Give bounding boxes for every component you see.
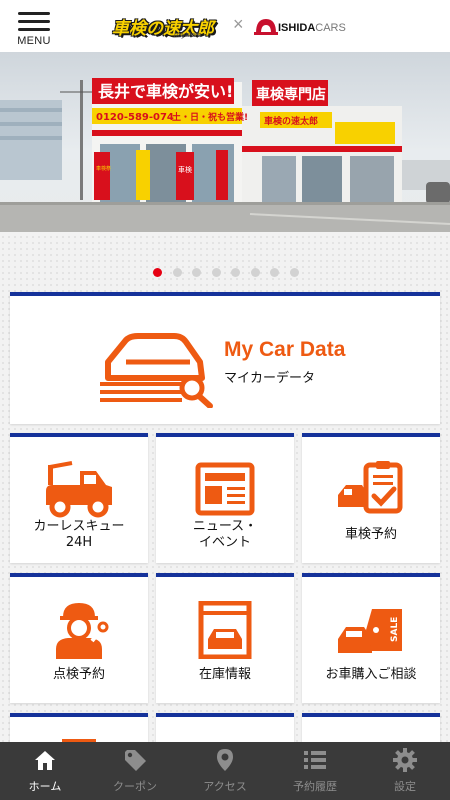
tile-news-label-line1: ニュース・ xyxy=(192,519,258,534)
pagination-dot[interactable] xyxy=(211,268,221,277)
pagination-dot[interactable] xyxy=(153,268,162,277)
hamburger-icon xyxy=(18,12,50,15)
nav-access[interactable]: アクセス xyxy=(180,742,270,800)
app-header: MENU 車検の速太郎 hayataro × ISHIDACARS xyxy=(0,0,450,52)
banner-main-text: 長井で車検が安い! xyxy=(98,82,233,101)
list-icon xyxy=(304,751,326,769)
tile-car-rescue[interactable]: カーレスキュー 24H xyxy=(10,433,148,563)
pagination-dot[interactable] xyxy=(172,268,182,277)
nav-home-label: ホーム xyxy=(28,780,62,793)
ishida-mark-icon xyxy=(254,19,278,35)
nav-coupon[interactable]: クーポン xyxy=(90,742,180,800)
hero-banner-image[interactable]: 長井で車検が安い! 車検専門店 車検の速太郎 0120-589-074 土・日・… xyxy=(0,52,450,232)
mechanic-icon xyxy=(56,603,109,659)
ishida-logo-bold: ISHIDA xyxy=(278,22,316,34)
car-sale-tag-icon: SALE xyxy=(338,609,402,653)
ishida-logo-light: CARS xyxy=(315,22,346,34)
hayataro-logo-sub: hayataro xyxy=(174,32,202,39)
home-icon xyxy=(35,751,55,770)
sign-right-text: 車検専門店 xyxy=(256,86,326,103)
tile-car-rescue-label: カーレスキュー 24H xyxy=(10,519,148,551)
ishida-cars-text: ISHIDACARS xyxy=(278,22,346,34)
tile-car-rescue-label-line2: 24H xyxy=(65,535,93,550)
hamburger-icon-bar xyxy=(18,28,50,31)
my-car-data-subtitle: マイカーデータ xyxy=(224,371,316,386)
pagination-dot[interactable] xyxy=(270,268,279,277)
tile-inspection-reservation-label: 点検予約 xyxy=(52,667,105,682)
tag-icon xyxy=(125,750,146,771)
tile-inspection-reservation[interactable]: 点検予約 xyxy=(10,573,148,703)
tile-shaken-reservation[interactable]: 車検予約 xyxy=(302,433,440,563)
nav-home[interactable]: ホーム xyxy=(0,742,90,800)
pagination-dot[interactable] xyxy=(250,268,260,277)
garage-icon xyxy=(198,601,252,659)
map-pin-icon xyxy=(217,749,233,771)
pagination-dot[interactable] xyxy=(231,268,240,277)
newspaper-icon xyxy=(195,462,255,516)
nav-access-label: アクセス xyxy=(203,780,247,793)
tile-news-events[interactable]: ニュース・ イベント xyxy=(156,433,294,563)
tile-stock-info[interactable]: 在庫情報 xyxy=(156,573,294,703)
pagination-dot[interactable] xyxy=(192,268,201,277)
my-car-data-card[interactable]: My Car Data マイカーデータ xyxy=(10,292,440,424)
banner-days-text: 土・日・祝も営業! xyxy=(172,111,248,123)
tile-shaken-reservation-label: 車検予約 xyxy=(344,527,397,542)
banner-phone-text: 0120-589-074 xyxy=(96,112,174,123)
hayataro-logo: 車検の速太郎 hayataro xyxy=(112,12,230,42)
svg-text:SALE: SALE xyxy=(390,617,400,642)
tile-car-purchase-label: お車購入ご相談 xyxy=(325,667,417,682)
inspection-clipboard-icon xyxy=(338,461,403,514)
pagination-dot[interactable] xyxy=(289,268,299,277)
my-car-data-title: My Car Data xyxy=(224,338,346,361)
tile-stock-info-label: 在庫情報 xyxy=(198,667,251,682)
menu-label: MENU xyxy=(17,35,51,47)
menu-button[interactable]: MENU xyxy=(14,8,54,48)
nav-history-label: 予約履歴 xyxy=(293,780,337,793)
tile-news-events-label: ニュース・ イベント xyxy=(156,519,294,551)
nav-history[interactable]: 予約履歴 xyxy=(270,742,360,800)
hamburger-icon-bar xyxy=(18,20,50,23)
shop-photo: 長井で車検が安い! 車検専門店 車検の速太郎 0120-589-074 土・日・… xyxy=(0,78,450,232)
bottom-navigation: ホーム クーポン アクセス 予約履歴 設定 xyxy=(0,742,450,800)
gear-icon xyxy=(393,748,417,772)
flag-2-text: 車検 xyxy=(178,165,192,174)
tile-news-label-line2: イベント xyxy=(198,535,251,550)
nav-coupon-label: クーポン xyxy=(113,780,157,793)
flag-1-text: 車検祭 xyxy=(96,165,111,172)
tow-truck-icon xyxy=(46,461,112,518)
ishida-cars-logo: ISHIDACARS xyxy=(254,15,346,39)
nav-settings[interactable]: 設定 xyxy=(360,742,450,800)
nav-settings-label: 設定 xyxy=(394,780,416,793)
sign-small-text: 車検の速太郎 xyxy=(264,115,318,127)
tile-car-purchase[interactable]: SALE お車購入ご相談 xyxy=(302,573,440,703)
tile-car-rescue-label-line1: カーレスキュー xyxy=(33,519,125,534)
logo-separator: × xyxy=(233,14,244,34)
slide-pagination[interactable] xyxy=(0,268,450,278)
car-search-icon xyxy=(100,333,213,408)
